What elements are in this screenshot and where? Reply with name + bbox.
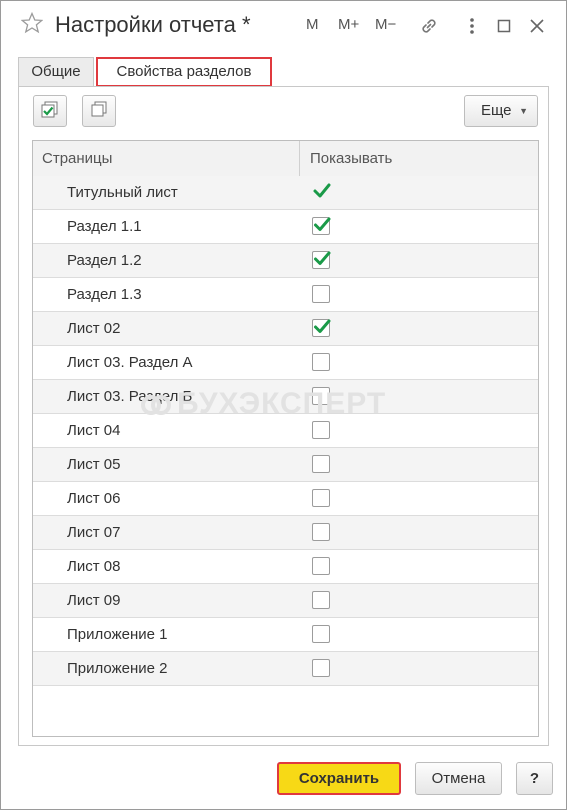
menu-icon[interactable]	[466, 15, 478, 41]
row-page-name: Раздел 1.1	[67, 218, 142, 235]
cancel-button[interactable]: Отмена	[415, 762, 502, 795]
row-page-name: Лист 09	[67, 592, 121, 609]
save-button[interactable]: Сохранить	[277, 762, 401, 795]
maximize-icon[interactable]	[497, 15, 511, 41]
check-all-button[interactable]	[33, 95, 67, 127]
show-checkbox[interactable]	[312, 319, 331, 337]
show-checkmark-icon	[312, 181, 332, 201]
table-row[interactable]: Титульный лист	[33, 176, 538, 210]
uncheck-all-button[interactable]	[82, 95, 116, 127]
show-checkbox[interactable]	[312, 557, 330, 575]
row-page-name: Лист 07	[67, 524, 121, 541]
watermark: БУХЭКСПЕРТ	[177, 387, 387, 420]
row-page-name: Лист 05	[67, 456, 121, 473]
m-plus-button[interactable]: M+	[338, 16, 359, 33]
table-row[interactable]: Лист 02	[33, 312, 538, 346]
show-checkbox[interactable]	[312, 625, 330, 643]
window-title: Настройки отчета *	[55, 12, 251, 37]
help-button[interactable]: ?	[516, 762, 553, 795]
table-header: Страницы Показывать	[33, 141, 538, 177]
table-row[interactable]: Раздел 1.3	[33, 278, 538, 312]
row-page-name: Лист 06	[67, 490, 121, 507]
uncheck-all-icon	[91, 101, 107, 117]
m-minus-button[interactable]: M−	[375, 16, 396, 33]
table-row[interactable]: Лист 06	[33, 482, 538, 516]
column-header-show[interactable]: Показывать	[310, 141, 392, 176]
show-checkbox[interactable]	[312, 455, 330, 473]
row-page-name: Лист 03. Раздел А	[67, 354, 193, 371]
chevron-down-icon: ▼	[519, 106, 528, 116]
show-checkbox[interactable]	[312, 591, 330, 609]
star-icon[interactable]	[20, 11, 44, 38]
more-button[interactable]: Еще ▼	[464, 95, 538, 127]
table-row[interactable]: Приложение 2	[33, 652, 538, 686]
title-bar: Настройки отчета * M M+ M−	[1, 1, 566, 51]
show-checkbox[interactable]	[312, 659, 330, 677]
row-page-name: Приложение 2	[67, 660, 168, 677]
row-page-name: Раздел 1.2	[67, 252, 142, 269]
column-divider[interactable]	[299, 141, 300, 176]
row-page-name: Титульный лист	[67, 184, 178, 201]
checkmark-icon	[314, 217, 331, 231]
row-page-name: Лист 03. Раздел Б	[67, 388, 193, 405]
link-icon[interactable]	[418, 15, 440, 41]
table-row[interactable]: Раздел 1.1	[33, 210, 538, 244]
checkmark-icon	[314, 319, 331, 333]
show-checkbox[interactable]	[312, 523, 330, 541]
m-button[interactable]: M	[306, 16, 319, 33]
close-icon[interactable]	[529, 15, 545, 41]
row-page-name: Приложение 1	[67, 626, 168, 643]
checkmark-icon	[314, 251, 331, 265]
show-checkbox[interactable]	[312, 421, 330, 439]
sections-table: Страницы Показывать Титульный лист Раздел…	[32, 140, 539, 737]
table-row[interactable]: Приложение 1	[33, 618, 538, 652]
show-checkbox[interactable]	[312, 353, 330, 371]
table-row[interactable]: Лист 05	[33, 448, 538, 482]
row-page-name: Лист 04	[67, 422, 121, 439]
table-row[interactable]: Лист 08	[33, 550, 538, 584]
more-label: Еще	[481, 102, 512, 119]
tab-general[interactable]: Общие	[18, 57, 94, 87]
column-header-pages[interactable]: Страницы	[42, 141, 112, 176]
tab-section-properties[interactable]: Свойства разделов	[96, 57, 272, 87]
row-page-name: Раздел 1.3	[67, 286, 142, 303]
show-checkbox[interactable]	[312, 217, 331, 235]
table-row[interactable]: Лист 09	[33, 584, 538, 618]
table-row[interactable]: Лист 07	[33, 516, 538, 550]
show-checkbox[interactable]	[312, 285, 330, 303]
show-checkbox[interactable]	[312, 489, 330, 507]
table-row[interactable]: Раздел 1.2	[33, 244, 538, 278]
table-row[interactable]: Лист 03. Раздел А	[33, 346, 538, 380]
show-checkbox[interactable]	[312, 251, 331, 269]
watermark-logo-icon	[141, 395, 171, 415]
row-page-name: Лист 08	[67, 558, 121, 575]
check-all-icon	[41, 101, 58, 118]
row-page-name: Лист 02	[67, 320, 121, 337]
